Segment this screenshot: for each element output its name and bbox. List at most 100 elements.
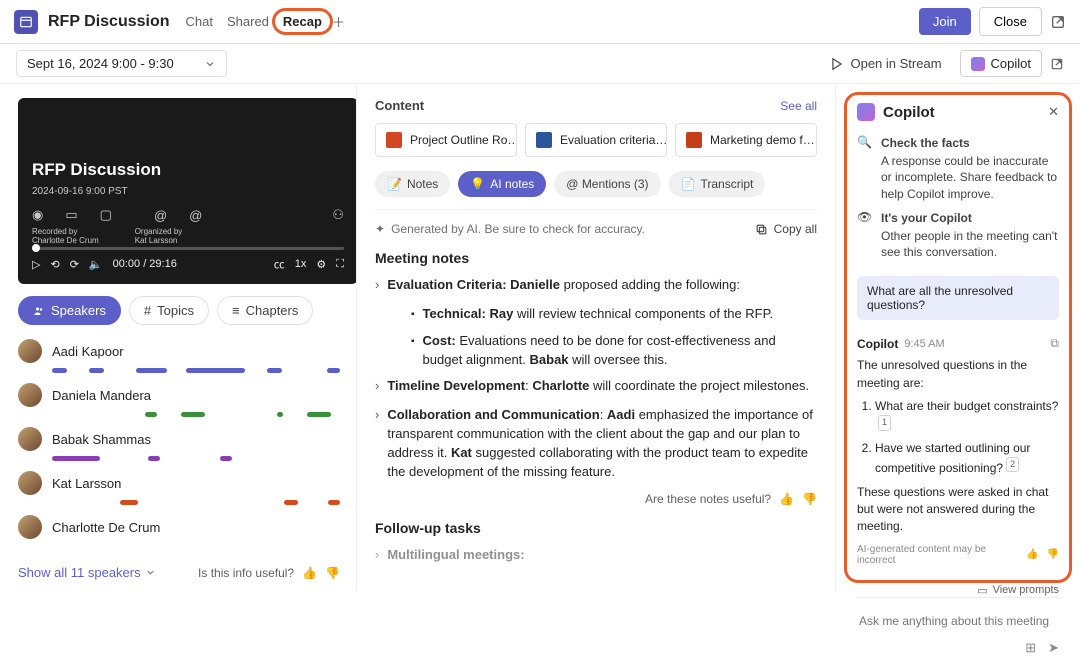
notes-useful-label: Are these notes useful? <box>645 492 771 506</box>
tab-chat[interactable]: Chat <box>186 14 213 29</box>
copy-all-button[interactable]: Copy all <box>755 222 817 236</box>
record-icon: ◉ <box>32 207 43 223</box>
speaker-name: Babak Shammas <box>52 432 151 447</box>
pill-notes[interactable]: 📝 Notes <box>375 171 450 197</box>
app-icon <box>14 10 38 34</box>
popout-icon[interactable] <box>1050 14 1066 30</box>
copilot-toggle-button[interactable]: Copilot <box>960 50 1042 77</box>
rewind-button[interactable]: ⟲ <box>50 258 59 271</box>
copilot-input[interactable] <box>857 608 1059 634</box>
copilot-title: Copilot <box>883 104 1040 121</box>
see-all-link[interactable]: See all <box>780 99 817 113</box>
cc-button[interactable]: ㏄ <box>274 256 285 272</box>
chevron-right-icon[interactable]: › <box>375 377 379 396</box>
speaker-timeline <box>52 543 340 549</box>
attach-icon: ▢ <box>100 207 112 223</box>
add-tab-button[interactable]: ＋ <box>332 12 345 31</box>
suggested-prompt[interactable]: What are all the unresolved questions? <box>857 276 1059 320</box>
send-button[interactable]: ➤ <box>1048 640 1059 656</box>
file-name: Evaluation criteria… <box>560 133 667 147</box>
show-all-speakers[interactable]: Show all 11 speakers <box>18 565 156 580</box>
sub-bar: Sept 16, 2024 9:00 - 9:30 Open in Stream… <box>0 44 1080 84</box>
speaker-row[interactable]: Charlotte De Crum <box>18 515 340 539</box>
content-header: Content <box>375 98 424 113</box>
chevron-right-icon[interactable]: › <box>375 276 379 295</box>
cc-icon: ▭ <box>65 207 77 223</box>
video-datetime: 2024-09-16 9:00 PST <box>32 186 344 197</box>
date-selector[interactable]: Sept 16, 2024 9:00 - 9:30 <box>16 50 227 77</box>
file-card[interactable]: Marketing demo f… <box>675 123 817 157</box>
play-button[interactable]: ▷ <box>32 258 40 271</box>
chip-speakers[interactable]: Speakers <box>18 296 121 325</box>
file-icon <box>386 132 402 148</box>
pill-mentions[interactable]: @ Mentions (3) <box>554 171 660 197</box>
top-bar: RFP Discussion Chat Shared Recap ＋ Join … <box>0 0 1080 44</box>
pill-ai-notes[interactable]: 💡 AI notes <box>458 171 546 197</box>
tab-recap[interactable]: Recap <box>283 14 322 29</box>
volume-button[interactable]: 🔈 <box>89 258 103 271</box>
chip-topics[interactable]: # Topics <box>129 296 209 325</box>
speaker-name: Kat Larsson <box>52 476 121 491</box>
forward-button[interactable]: ⟳ <box>70 258 79 271</box>
file-card[interactable]: Evaluation criteria… <box>525 123 667 157</box>
speaker-name: Daniela Mandera <box>52 388 151 403</box>
chevron-down-icon <box>145 567 156 578</box>
thumbs-down-button[interactable]: 👎 <box>1047 549 1059 560</box>
speaker-row[interactable]: Babak Shammas <box>18 427 340 451</box>
speaker-timeline <box>52 367 340 373</box>
copy-response-button[interactable]: ⧉ <box>1050 336 1059 351</box>
panel-popout-icon[interactable] <box>1050 57 1064 71</box>
close-copilot-button[interactable]: ✕ <box>1048 104 1059 120</box>
file-name: Project Outline Ro… <box>410 133 517 147</box>
video-title: RFP Discussion <box>32 160 344 180</box>
copy-icon <box>755 223 768 236</box>
thumbs-up-button[interactable]: 👍 <box>1026 549 1038 560</box>
copilot-panel: Copilot ✕ 🔍 Check the factsA response co… <box>844 92 1072 583</box>
eye-icon: 👁 <box>857 210 873 226</box>
file-icon <box>686 132 702 148</box>
search-icon: 🔍 <box>857 135 873 151</box>
copilot-response: The unresolved questions in the meeting … <box>857 357 1059 536</box>
people-icon <box>33 305 45 317</box>
pill-transcript[interactable]: 📄 Transcript <box>669 171 766 197</box>
notes-heading: Meeting notes <box>375 250 817 266</box>
avatar <box>18 339 42 363</box>
file-icon <box>536 132 552 148</box>
thumbs-up-button[interactable]: 👍 <box>302 566 317 580</box>
mention-icon: @ <box>154 208 167 223</box>
ai-disclaimer: AI-generated content may be incorrect <box>857 544 1010 566</box>
file-row: Project Outline Ro… Evaluation criteria… M… <box>375 123 817 157</box>
close-button[interactable]: Close <box>979 7 1042 36</box>
speed-button[interactable]: 1x <box>295 258 307 270</box>
meeting-notes: Meeting notes › Evaluation Criteria: Dan… <box>375 250 817 564</box>
view-prompts-button[interactable]: ▭View prompts <box>857 584 1059 597</box>
file-name: Marketing demo f… <box>710 133 815 147</box>
speaker-row[interactable]: Kat Larsson <box>18 471 340 495</box>
video-player[interactable]: RFP Discussion 2024-09-16 9:00 PST ◉ ▭ ▢… <box>18 98 356 284</box>
meeting-title: RFP Discussion <box>48 13 170 31</box>
avatar <box>18 383 42 407</box>
speaker-timeline <box>52 455 340 461</box>
tab-shared[interactable]: Shared <box>227 14 269 29</box>
chevron-down-icon <box>204 58 216 70</box>
stream-icon <box>830 57 844 71</box>
video-progress[interactable] <box>32 247 344 250</box>
thumbs-down-button[interactable]: 👎 <box>325 566 340 580</box>
thumbs-down-button[interactable]: 👎 <box>802 492 817 506</box>
followup-heading: Follow-up tasks <box>375 520 817 536</box>
prompt-library-button[interactable]: ⊞ <box>1025 640 1036 656</box>
join-button[interactable]: Join <box>919 8 971 35</box>
settings-button[interactable]: ⚙ <box>316 258 326 271</box>
chevron-right-icon[interactable]: › <box>375 406 379 481</box>
sparkle-icon: ✦ <box>375 222 385 236</box>
response-time: 9:45 AM <box>904 338 944 350</box>
chip-chapters[interactable]: ≡ Chapters <box>217 296 313 325</box>
thumbs-up-button[interactable]: 👍 <box>779 492 794 506</box>
fullscreen-button[interactable]: ⛶ <box>336 258 344 271</box>
file-card[interactable]: Project Outline Ro… <box>375 123 517 157</box>
open-in-stream-button[interactable]: Open in Stream <box>820 51 951 76</box>
speaker-list: Aadi Kapoor Daniela Mandera Babak Shammas K… <box>18 339 340 549</box>
copilot-icon <box>971 57 985 71</box>
speaker-row[interactable]: Aadi Kapoor <box>18 339 340 363</box>
speaker-row[interactable]: Daniela Mandera <box>18 383 340 407</box>
